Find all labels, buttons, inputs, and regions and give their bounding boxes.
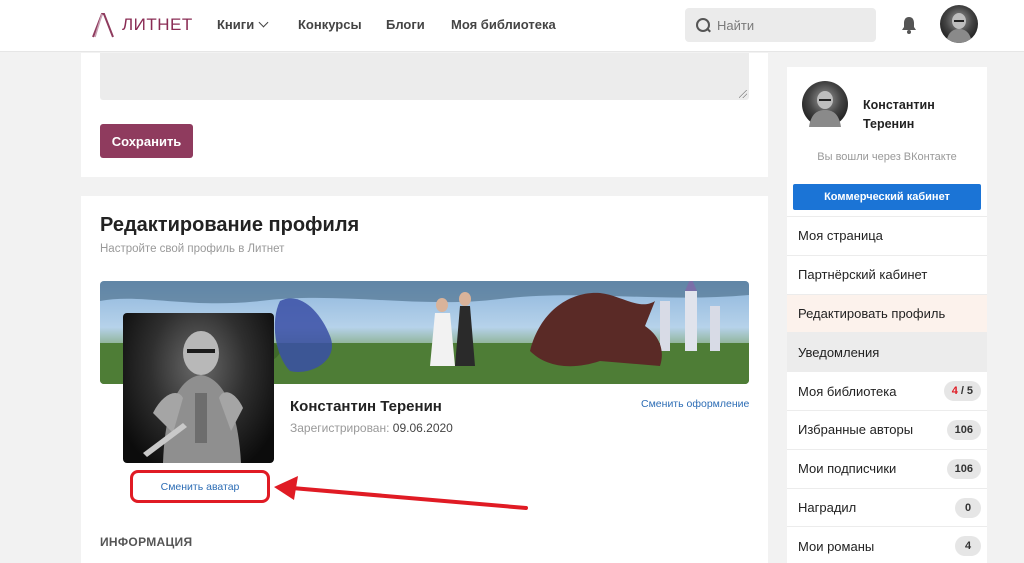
sidebar-item-label: Моя страница [798,228,883,244]
badge-total-count: 5 [966,385,973,398]
sidebar-item-favorite-authors[interactable]: Избранные авторы 106 [787,409,987,449]
search-box[interactable] [685,8,876,42]
sidebar-item-label: Избранные авторы [798,422,914,438]
sidebar-item-label: Уведомления [798,344,880,360]
search-input[interactable] [717,17,867,33]
profile-name: Константин Теренин [290,398,442,415]
sidebar-menu: Моя страница Партнёрский кабинет Редакти… [787,216,987,563]
profile-avatar[interactable] [123,313,274,463]
nav-contests[interactable]: Конкурсы [298,17,362,32]
sidebar-item-edit-profile[interactable]: Редактировать профиль [787,293,987,333]
count-badge: 0 [955,497,981,518]
sidebar-item-awarded[interactable]: Наградил 0 [787,487,987,527]
sidebar-item-label: Мои романы [798,538,875,554]
sidebar-item-my-subscribers[interactable]: Мои подписчики 106 [787,448,987,488]
user-avatar[interactable] [940,5,978,43]
user-sidebar: Константин Теренин Вы вошли через ВКонта… [787,67,987,563]
site-logo[interactable]: ЛИТНЕТ [90,11,193,39]
annotation-arrow-icon [274,476,528,510]
resize-grip-icon[interactable] [739,90,747,98]
change-avatar-link[interactable]: Сменить аватар [161,481,240,493]
nav-books-label: Книги [217,17,255,32]
sidebar-item-my-novels[interactable]: Мои романы 4 [787,526,987,563]
about-textarea[interactable] [100,53,749,100]
about-card: Сохранить [81,53,768,177]
change-design-link[interactable]: Сменить оформление [641,398,749,410]
page-title: Редактирование профиля [100,214,360,236]
sidebar-user-name[interactable]: Константин Теренин [863,96,973,134]
sidebar-avatar[interactable] [802,81,848,127]
count-badge: 106 [946,458,981,479]
sidebar-item-my-library[interactable]: Моя библиотека 4/5 [787,371,987,410]
count-badge: 4 [955,536,981,557]
sidebar-item-label: Мои подписчики [798,461,897,477]
save-button[interactable]: Сохранить [100,124,193,158]
page-subtitle: Настройте свой профиль в Литнет [100,243,285,255]
knight-avatar-image [143,331,243,463]
chevron-down-icon [258,17,269,28]
search-icon [696,17,711,33]
nav-my-library[interactable]: Моя библиотека [451,17,556,32]
info-section-heading: ИНФОРМАЦИЯ [100,535,193,549]
top-header: ЛИТНЕТ Книги Конкурсы Блоги Моя библиоте… [0,0,1024,52]
sidebar-item-label: Наградил [798,499,857,515]
sidebar-item-label: Моя библиотека [798,383,897,399]
knight-avatar-image [946,13,972,43]
nav-blogs[interactable]: Блоги [386,17,425,32]
bell-icon[interactable] [901,16,917,34]
count-badge: 4/5 [943,381,981,402]
sidebar-item-label: Редактировать профиль [798,305,946,321]
sidebar-item-notifications[interactable]: Уведомления [787,332,987,372]
badge-new-count: 4 [951,385,958,398]
registration-label: Зарегистрирован: [290,421,390,435]
sidebar-item-my-page[interactable]: Моя страница [787,216,987,255]
sidebar-item-label: Партнёрский кабинет [798,267,928,283]
logo-text: ЛИТНЕТ [122,15,193,34]
logo-icon [92,13,114,38]
sidebar-item-partner-cabinet[interactable]: Партнёрский кабинет [787,254,987,294]
login-note: Вы вошли через ВКонтакте [817,151,957,163]
badge-separator: / [960,385,964,398]
nav-books[interactable]: Книги [217,17,269,32]
commercial-cabinet-button[interactable]: Коммерческий кабинет [793,184,981,210]
count-badge: 106 [946,419,981,440]
registration-date: 09.06.2020 [392,421,453,435]
change-avatar-highlight: Сменить аватар [130,470,270,503]
knight-avatar-image [809,91,841,127]
registration-info: Зарегистрирован: 09.06.2020 [290,421,453,435]
